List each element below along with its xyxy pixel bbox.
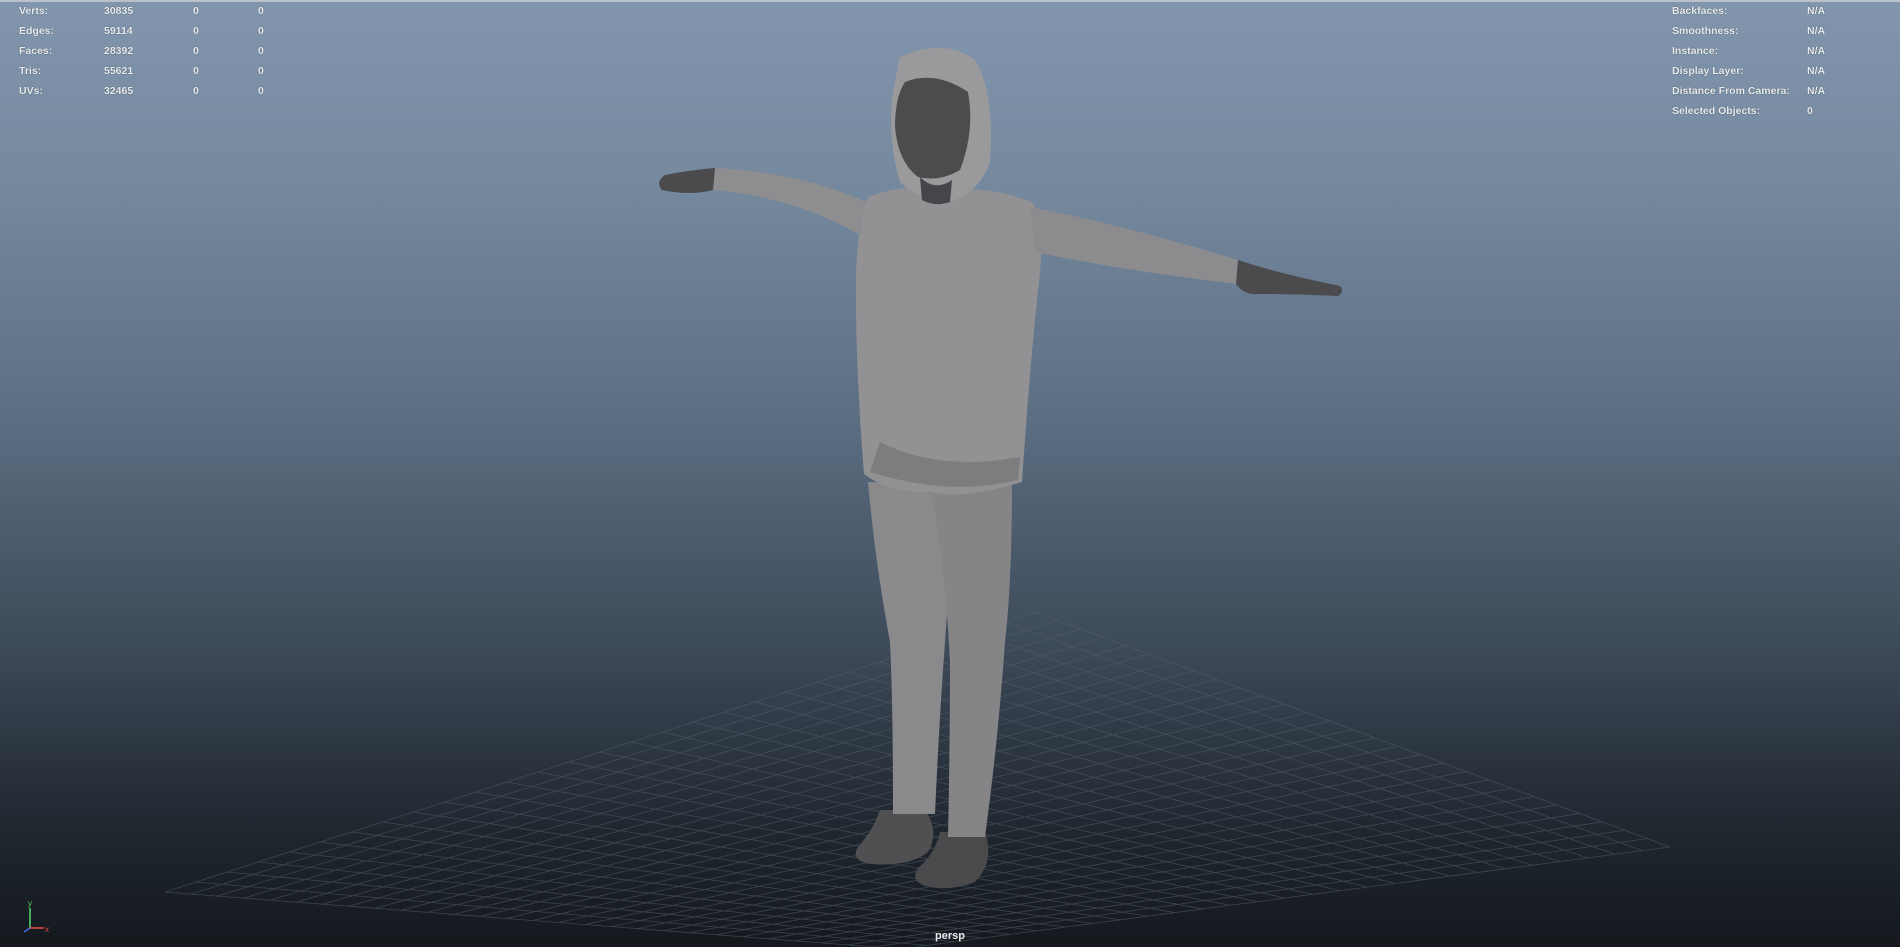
hud-value: 0 <box>193 65 199 77</box>
hud-label: Smoothness: <box>1672 25 1739 37</box>
character-model[interactable] <box>659 47 1343 889</box>
hud-label: Tris: <box>19 65 42 77</box>
hud-row-distance-from-camera: Distance From Camera: N/A <box>1672 85 1872 105</box>
hud-row-verts: Verts: 30835 0 0 <box>19 5 279 25</box>
face <box>895 77 971 179</box>
hud-value: N/A <box>1807 45 1826 57</box>
camera-name-label: persp <box>935 930 965 942</box>
hud-row-uvs: UVs: 32465 0 0 <box>19 85 279 105</box>
hud-value: 32465 <box>104 85 134 97</box>
hud-value: 59114 <box>104 25 133 37</box>
3d-viewport[interactable]: Verts: 30835 0 0 Edges: 59114 0 0 Faces:… <box>0 0 1900 947</box>
hud-label: Distance From Camera: <box>1672 85 1790 97</box>
hud-label: Verts: <box>19 5 49 17</box>
left-hand <box>1236 260 1343 296</box>
hud-value: N/A <box>1807 65 1826 77</box>
hud-label: Selected Objects: <box>1672 105 1761 117</box>
hud-value: 0 <box>258 5 264 17</box>
hud-value: 0 <box>258 45 264 57</box>
hud-value: N/A <box>1807 85 1826 97</box>
hud-row-smoothness: Smoothness: N/A <box>1672 25 1872 45</box>
hud-row-tris: Tris: 55621 0 0 <box>19 65 279 85</box>
hud-value: 28392 <box>104 45 134 57</box>
hud-value: N/A <box>1807 5 1826 17</box>
hud-value: 0 <box>193 85 199 97</box>
right-arm <box>712 168 866 234</box>
hud-row-instance: Instance: N/A <box>1672 45 1872 65</box>
hud-value: 0 <box>258 65 264 77</box>
hud-label: UVs: <box>19 85 43 97</box>
hud-row-selected-objects: Selected Objects: 0 <box>1672 105 1872 125</box>
hud-value: 0 <box>193 25 199 37</box>
hud-value: 0 <box>258 25 264 37</box>
hud-row-edges: Edges: 59114 0 0 <box>19 25 279 45</box>
hud-value: 0 <box>193 45 199 57</box>
scene-canvas[interactable] <box>0 2 1900 947</box>
hud-value: 0 <box>1807 105 1813 117</box>
hud-value: 55621 <box>104 65 134 77</box>
left-foot <box>855 810 934 865</box>
hud-value: 30835 <box>104 5 134 17</box>
hud-label: Display Layer: <box>1672 65 1744 77</box>
object-details-hud: Backfaces: N/A Smoothness: N/A Instance:… <box>1672 5 1872 125</box>
hud-value: 0 <box>258 85 264 97</box>
hud-label: Edges: <box>19 25 55 37</box>
hud-label: Faces: <box>19 45 53 57</box>
hud-row-faces: Faces: 28392 0 0 <box>19 45 279 65</box>
hud-label: Instance: <box>1672 45 1719 57</box>
right-hand <box>659 168 715 193</box>
left-arm <box>1030 207 1238 284</box>
hud-label: Backfaces: <box>1672 5 1728 17</box>
axis-y-label: y <box>28 899 32 908</box>
hud-row-backfaces: Backfaces: N/A <box>1672 5 1872 25</box>
hud-value: 0 <box>193 5 199 17</box>
hud-row-display-layer: Display Layer: N/A <box>1672 65 1872 85</box>
poly-count-hud: Verts: 30835 0 0 Edges: 59114 0 0 Faces:… <box>19 5 279 105</box>
hud-value: N/A <box>1807 25 1826 37</box>
